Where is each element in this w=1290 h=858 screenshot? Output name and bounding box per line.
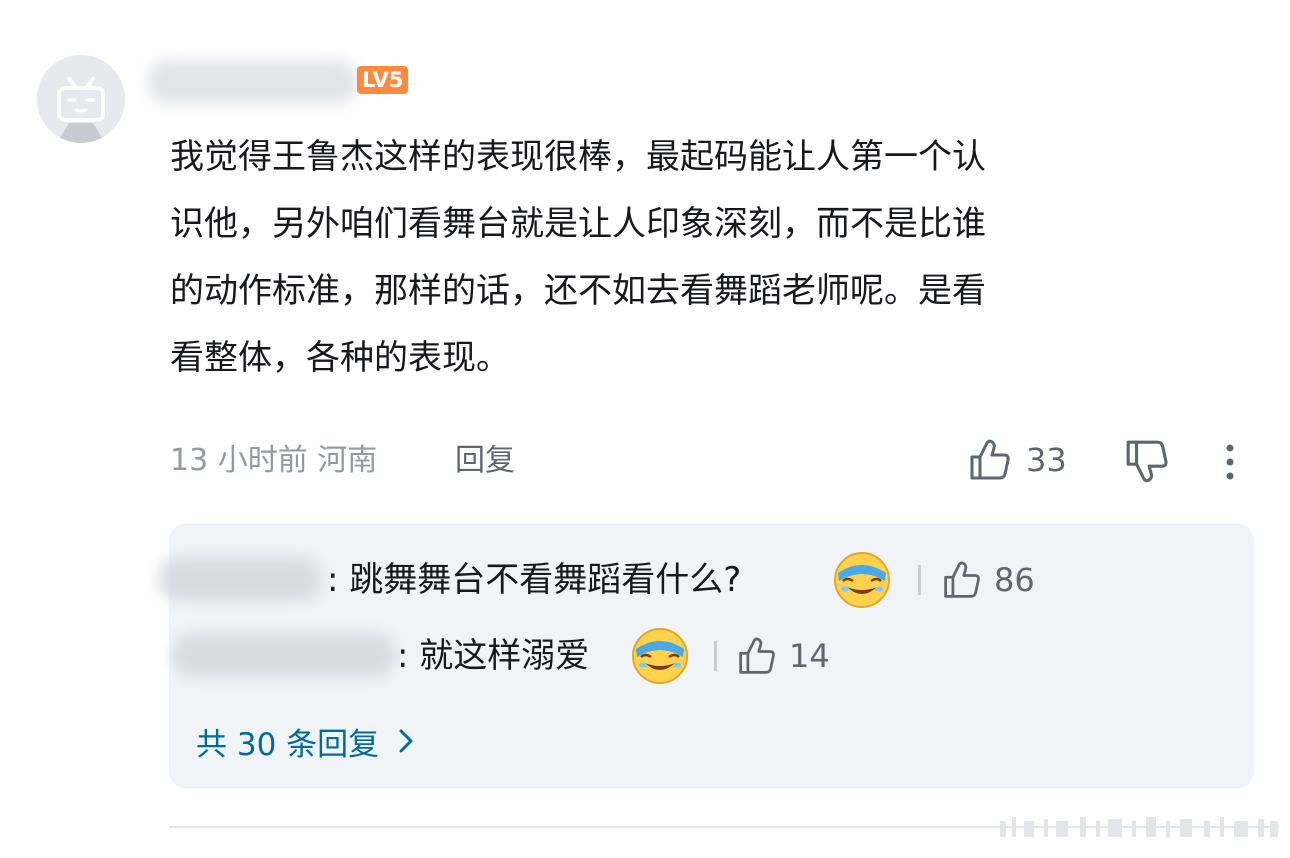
avatar-placeholder-icon (37, 55, 125, 143)
comment-text: 我觉得王鲁杰这样的表现很棒，最起码能让人第一个认 识他，另外咱们看舞台就是让人印… (170, 124, 1255, 392)
reply-like-count: 86 (994, 561, 1035, 599)
reply-like-button[interactable]: 86 (942, 557, 1035, 603)
username-blurred[interactable] (148, 60, 358, 104)
like-count: 33 (1026, 441, 1067, 479)
thumbs-down-icon (1126, 440, 1168, 483)
reply-item: : 就这样溺爱 14 (169, 625, 1254, 687)
more-options-button[interactable] (1215, 440, 1245, 484)
separator (714, 641, 717, 671)
reply-item: : 跳舞舞台不看舞蹈看什么? 86 (159, 549, 1254, 611)
level-badge: LV5 (357, 66, 409, 94)
dislike-button[interactable] (1124, 438, 1170, 484)
reply-text: : 就这样溺爱 (397, 636, 590, 676)
reply-button[interactable]: 回复 (455, 438, 515, 484)
thumbs-up-icon (739, 637, 775, 674)
avatar[interactable] (37, 55, 125, 143)
more-vertical-icon (1226, 444, 1234, 480)
facepalm-laugh-emoji (632, 628, 688, 684)
comment-line: 的动作标准，那样的话，还不如去看舞蹈老师呢。是看 (170, 271, 986, 311)
like-button[interactable]: 33 (968, 436, 1067, 484)
total-replies-label: 共 30 条回复 (196, 726, 380, 763)
reply-text: : 跳舞舞台不看舞蹈看什么? (327, 560, 742, 600)
facepalm-laugh-emoji (834, 552, 890, 608)
thumbs-up-icon (944, 561, 980, 598)
reply-like-button[interactable]: 14 (737, 633, 830, 679)
comment-line: 识他，另外咱们看舞台就是让人印象深刻，而不是比谁 (170, 204, 986, 244)
chevron-right-icon (399, 729, 413, 753)
view-all-replies-link[interactable]: 共 30 条回复 (196, 718, 415, 764)
reply-username-blurred[interactable] (159, 557, 321, 601)
time-location: 13 小时前 河南 (170, 443, 378, 478)
comment-line: 看整体，各种的表现。 (170, 338, 510, 378)
comment-line: 我觉得王鲁杰这样的表现很棒，最起码能让人第一个认 (170, 137, 986, 177)
reply-username-blurred[interactable] (173, 633, 395, 677)
thumbs-up-icon (970, 439, 1010, 480)
separator (918, 565, 921, 595)
watermark (1000, 817, 1278, 837)
reply-like-count: 14 (789, 637, 830, 675)
